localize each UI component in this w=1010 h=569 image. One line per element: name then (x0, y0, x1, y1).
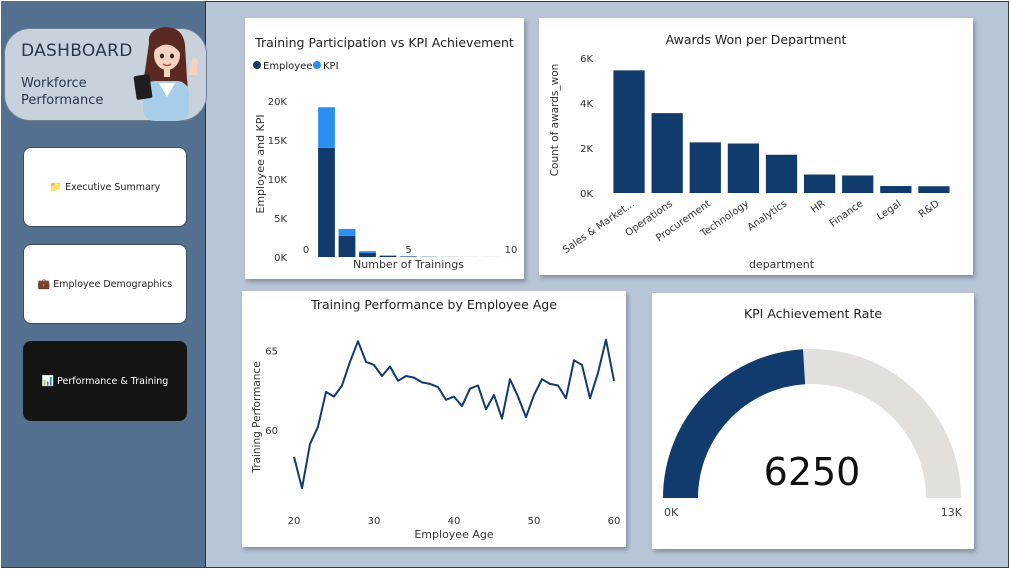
bar-chart-icon: 📊 (41, 375, 55, 387)
y-tick-label: 0K (274, 253, 287, 264)
y-tick-label: 20K (268, 97, 288, 108)
dashboard-subtitle: Workforce Performance (21, 75, 103, 109)
bar-employee (318, 147, 335, 257)
bar-kpi (338, 228, 356, 236)
y-tick-label: 0K (580, 189, 593, 200)
nav-executive-summary[interactable]: 📁 Executive Summary (23, 147, 187, 227)
x-tick-label: 60 (608, 516, 621, 527)
nav-performance-training[interactable]: 📊 Performance & Training (23, 341, 187, 421)
bar-awards (689, 142, 721, 193)
age-performance-panel: Training Performance by Employee Age 60 6… (242, 291, 626, 547)
y-tick-label: 4K (580, 99, 593, 110)
y-tick-label: 6K (580, 54, 593, 65)
bar-awards (880, 186, 912, 193)
awards-chart: 0K2K4K6KSales & Market...OperationsProcu… (549, 54, 950, 271)
nav-label: Performance & Training (57, 375, 169, 387)
nav-label: Executive Summary (65, 181, 161, 193)
bar-awards (842, 175, 874, 193)
nav-employee-demographics[interactable]: 💼 Employee Demographics (23, 244, 187, 324)
legend-label: KPI (323, 61, 339, 72)
legend-label: Employee (263, 61, 313, 72)
training-participation-chart: Employee KPI 0K 5K 10K 15K 20K 0 5 10 Number of Tr… (253, 61, 520, 271)
x-axis-label: department (749, 258, 815, 271)
y-axis-label: Employee and KPI (254, 114, 267, 213)
bar-awards (765, 154, 798, 193)
x-tick-label: Legal (875, 198, 903, 222)
avatar-illustration (133, 27, 198, 121)
legend-swatch (253, 61, 261, 69)
x-tick-label: 50 (528, 516, 541, 527)
bar-awards (651, 113, 683, 193)
bar-awards (803, 174, 836, 193)
y-tick-label: 2K (580, 144, 593, 155)
folder-icon: 📁 (49, 181, 63, 193)
bar-awards (727, 143, 760, 193)
x-tick-label: R&D (917, 198, 942, 220)
x-tick-label: Analytics (746, 198, 790, 233)
age-performance-chart: 60 65 20 30 40 50 60 Employee Age Training Perfo… (251, 338, 621, 541)
kpi-gauge-chart: 6250 0K 13K (663, 349, 963, 519)
x-tick-label: Sales & Market... (561, 198, 637, 256)
bar-employee (379, 255, 397, 257)
kpi-gauge-panel: KPI Achievement Rate 6250 0K 13K (652, 293, 974, 549)
y-tick-label: 5K (274, 214, 287, 225)
legend-swatch (313, 61, 321, 69)
subtitle-line-2: Performance (21, 93, 104, 108)
subtitle-line-1: Workforce (21, 76, 87, 91)
training-participation-panel: Training Participation vs KPI Achievemen… (245, 18, 524, 279)
bar-employee (359, 252, 376, 257)
performance-line (293, 338, 615, 490)
x-tick-label: 30 (368, 516, 381, 527)
x-axis-label: Number of Trainings (353, 258, 464, 271)
gauge-value: 6250 (764, 450, 861, 494)
dashboard-title: DASHBOARD (21, 41, 133, 61)
gauge-max-label: 13K (941, 506, 963, 519)
gauge-min-label: 0K (664, 506, 679, 519)
y-axis-label: Training Performance (251, 361, 263, 473)
x-tick-label: 5 (405, 245, 411, 256)
y-tick-label: 10K (268, 175, 288, 186)
y-tick-label: 60 (265, 426, 278, 437)
x-tick-label: 20 (288, 516, 301, 527)
y-tick-label: 65 (265, 347, 278, 358)
bar-employee (338, 235, 356, 257)
y-tick-label: 15K (268, 136, 288, 147)
x-axis-label: Employee Age (414, 528, 493, 541)
awards-panel: Awards Won per Department 0K 2K 4K 6K Sales … (539, 18, 973, 275)
x-tick-label: 40 (448, 516, 461, 527)
bar-awards (918, 186, 950, 193)
x-tick-label: 10 (505, 245, 518, 256)
dashboard-header-card: DASHBOARD Workforce Performance (4, 27, 207, 121)
bar-kpi (318, 107, 335, 148)
y-axis-label: Count of awards_won (549, 64, 561, 177)
bar-awards (613, 70, 645, 193)
x-tick-label: HR (809, 198, 827, 215)
bar-kpi (359, 251, 376, 253)
nav-label: Employee Demographics (53, 278, 173, 290)
briefcase-icon: 💼 (37, 278, 51, 290)
sidebar: DASHBOARD Workforce Performance 📁 Execut… (1, 1, 207, 567)
x-tick-label: Finance (828, 198, 866, 229)
x-tick-label: 0 (303, 245, 309, 256)
